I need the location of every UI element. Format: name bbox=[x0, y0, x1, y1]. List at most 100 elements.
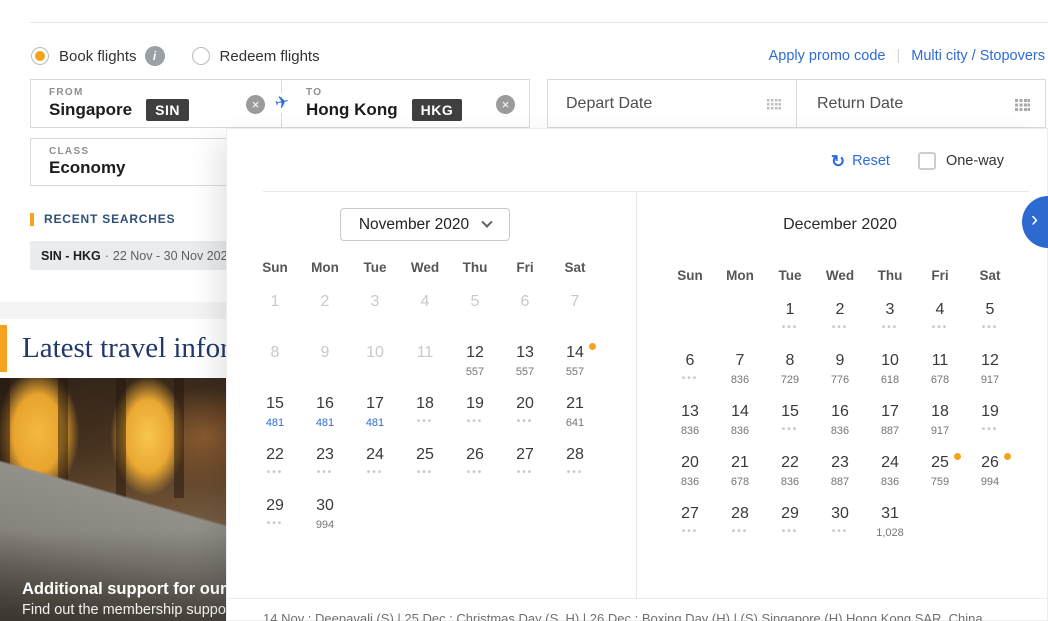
day-number: 6 bbox=[665, 351, 715, 371]
calendar-day[interactable]: 27••• bbox=[665, 503, 715, 554]
to-city: Hong Kong bbox=[306, 100, 398, 120]
calendar-day[interactable]: 30••• bbox=[815, 503, 865, 554]
calendar-day[interactable]: 24••• bbox=[350, 444, 400, 495]
calendar-icon bbox=[1013, 96, 1030, 118]
calendar-day[interactable]: 21678 bbox=[715, 452, 765, 503]
calendar-day[interactable]: 14836 bbox=[715, 401, 765, 452]
calendar-day[interactable]: 13836 bbox=[665, 401, 715, 452]
calendar-day[interactable]: 4••• bbox=[915, 299, 965, 350]
clear-from-icon[interactable]: × bbox=[246, 95, 265, 114]
calendar-day[interactable]: 23••• bbox=[300, 444, 350, 495]
day-number: 10 bbox=[865, 351, 915, 371]
calendar-day[interactable]: 19••• bbox=[965, 401, 1015, 452]
calendar-day[interactable]: 5••• bbox=[965, 299, 1015, 350]
calendar-day[interactable]: 8729 bbox=[765, 350, 815, 401]
link-separator: | bbox=[896, 48, 900, 64]
day-number: 15 bbox=[765, 402, 815, 422]
calendar-day[interactable]: 26994 bbox=[965, 452, 1015, 503]
calendar-day[interactable]: 22••• bbox=[250, 444, 300, 495]
holiday-dot-icon bbox=[954, 453, 961, 460]
calendar-day[interactable]: 29••• bbox=[765, 503, 815, 554]
calendar-day[interactable]: 29••• bbox=[250, 495, 300, 546]
clear-to-icon[interactable]: × bbox=[496, 95, 515, 114]
day-number: 1 bbox=[765, 300, 815, 320]
calendar-day[interactable]: 7836 bbox=[715, 350, 765, 401]
calendar-day[interactable]: 1••• bbox=[765, 299, 815, 350]
calendar-day-empty bbox=[915, 503, 965, 554]
book-flights-radio[interactable]: Book flights bbox=[31, 47, 137, 65]
day-number: 27 bbox=[500, 445, 550, 465]
calendar-day: 7 bbox=[550, 291, 600, 342]
divider bbox=[227, 598, 1047, 599]
one-way-toggle[interactable]: One-way bbox=[918, 152, 1004, 170]
calendar-day[interactable]: 20836 bbox=[665, 452, 715, 503]
calendar-day[interactable]: 12557 bbox=[450, 342, 500, 393]
calendar-day[interactable]: 17887 bbox=[865, 401, 915, 452]
calendar-day[interactable]: 19••• bbox=[450, 393, 500, 444]
day-number: 6 bbox=[500, 292, 550, 312]
calendar-day[interactable]: 13557 bbox=[500, 342, 550, 393]
calendar-day-empty bbox=[450, 495, 500, 546]
calendar-grid: 1234567891011125571355714557154811648117… bbox=[250, 291, 600, 546]
calendar-day[interactable]: 23887 bbox=[815, 452, 865, 503]
to-code-badge: HKG bbox=[412, 99, 463, 121]
calendar-day[interactable]: 16836 bbox=[815, 401, 865, 452]
calendar-day[interactable]: 14557 bbox=[550, 342, 600, 393]
day-number: 22 bbox=[250, 445, 300, 465]
price-loading-dots: ••• bbox=[815, 322, 865, 333]
redeem-flights-radio[interactable]: Redeem flights bbox=[192, 47, 320, 65]
day-number: 20 bbox=[500, 394, 550, 414]
calendar-day[interactable]: 21641 bbox=[550, 393, 600, 444]
calendar-day[interactable]: 11678 bbox=[915, 350, 965, 401]
day-number: 4 bbox=[400, 292, 450, 312]
calendar-day: 8 bbox=[250, 342, 300, 393]
month-selector[interactable]: November 2020 bbox=[340, 208, 510, 241]
calendar-day[interactable]: 12917 bbox=[965, 350, 1015, 401]
calendar-day[interactable]: 18917 bbox=[915, 401, 965, 452]
calendar-day[interactable]: 311,028 bbox=[865, 503, 915, 554]
to-field[interactable]: TO Hong Kong HKG × bbox=[282, 80, 529, 127]
day-number: 21 bbox=[550, 394, 600, 414]
day-number: 16 bbox=[815, 402, 865, 422]
promo-card[interactable]: Additional support for our me Find out t… bbox=[0, 378, 233, 621]
return-date-field[interactable]: Return Date bbox=[796, 80, 1045, 127]
day-number: 26 bbox=[450, 445, 500, 465]
calendar-day[interactable]: 15481 bbox=[250, 393, 300, 444]
day-number: 28 bbox=[550, 445, 600, 465]
calendar-day[interactable]: 25759 bbox=[915, 452, 965, 503]
one-way-checkbox[interactable] bbox=[918, 152, 936, 170]
depart-date-field[interactable]: Depart Date bbox=[548, 80, 796, 127]
from-field[interactable]: FROM Singapore SIN × bbox=[31, 80, 282, 127]
apply-promo-link[interactable]: Apply promo code bbox=[769, 48, 886, 64]
fare-price: 729 bbox=[765, 374, 815, 386]
calendar-day: 10 bbox=[350, 342, 400, 393]
fare-price: 836 bbox=[665, 476, 715, 488]
info-icon[interactable]: i bbox=[145, 46, 165, 66]
reset-button[interactable]: ↻ Reset bbox=[831, 153, 890, 170]
calendar-day-empty bbox=[500, 495, 550, 546]
calendar-day[interactable]: 9776 bbox=[815, 350, 865, 401]
recent-search-item[interactable]: SIN - HKG · 22 Nov - 30 Nov 2020 × bbox=[30, 241, 242, 270]
calendar-day[interactable]: 6 ••• bbox=[665, 350, 715, 401]
calendar-day[interactable]: 27••• bbox=[500, 444, 550, 495]
calendar-day[interactable]: 28••• bbox=[715, 503, 765, 554]
calendar-day[interactable]: 24836 bbox=[865, 452, 915, 503]
calendar-day[interactable]: 22836 bbox=[765, 452, 815, 503]
calendar-day[interactable]: 3••• bbox=[865, 299, 915, 350]
calendar-day[interactable]: 18••• bbox=[400, 393, 450, 444]
calendar-day[interactable]: 17481 bbox=[350, 393, 400, 444]
weekday-header-row: SunMonTueWedThuFriSat bbox=[250, 260, 600, 276]
calendar-day[interactable]: 15••• bbox=[765, 401, 815, 452]
calendar-day[interactable]: 2••• bbox=[815, 299, 865, 350]
calendar-day[interactable]: 10618 bbox=[865, 350, 915, 401]
day-number: 13 bbox=[665, 402, 715, 422]
calendar-day[interactable]: 28••• bbox=[550, 444, 600, 495]
fare-price: 836 bbox=[815, 425, 865, 437]
multi-city-link[interactable]: Multi city / Stopovers bbox=[911, 48, 1045, 64]
calendar-day[interactable]: 25••• bbox=[400, 444, 450, 495]
calendar-day[interactable]: 26••• bbox=[450, 444, 500, 495]
calendar-day[interactable]: 20••• bbox=[500, 393, 550, 444]
calendar-day[interactable]: 16481 bbox=[300, 393, 350, 444]
calendar-day[interactable]: 30994 bbox=[300, 495, 350, 546]
price-loading-dots: ••• bbox=[665, 373, 715, 384]
